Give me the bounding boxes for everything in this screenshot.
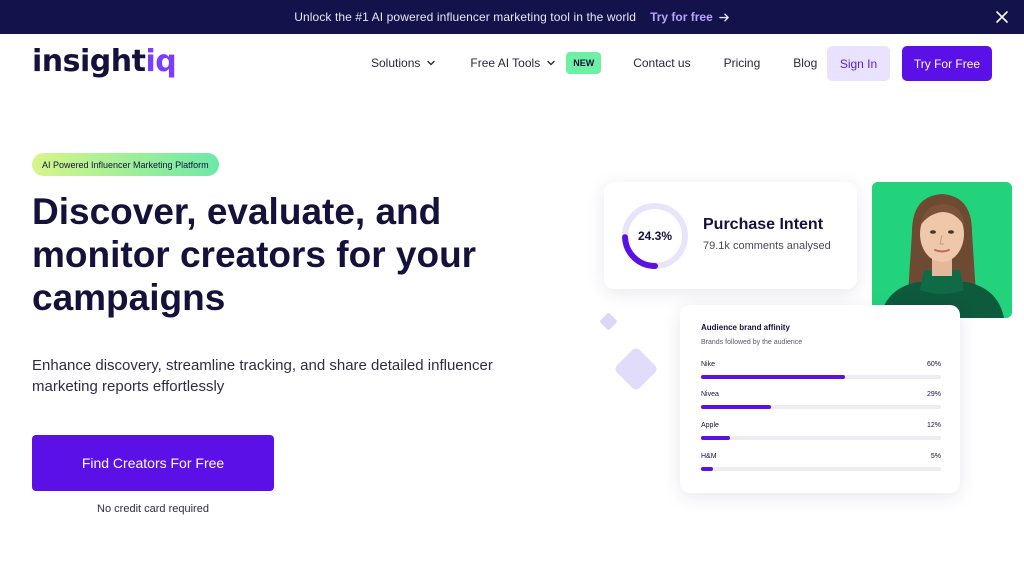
- purchase-intent-card: 24.3% Purchase Intent 79.1k comments ana…: [604, 182, 857, 289]
- affinity-row-hm: H&M 5%: [701, 453, 941, 477]
- try-for-free-button[interactable]: Try For Free: [902, 46, 992, 81]
- affinity-row-apple: Apple 12%: [701, 422, 941, 446]
- announcement-cta-label: Try for free: [650, 10, 713, 24]
- creator-portrait-illustration: [872, 182, 1012, 318]
- hero-subtitle-line-1: Enhance discovery, streamline tracking, …: [32, 357, 493, 374]
- hero-title: Discover, evaluate, and monitor creators…: [32, 190, 552, 319]
- affinity-row-nivea: Nivea 29%: [701, 391, 941, 415]
- affinity-bar-track: [701, 436, 941, 440]
- close-icon[interactable]: [994, 9, 1010, 25]
- logo-accent: iq: [145, 44, 177, 79]
- main-nav: Solutions Free AI Tools NEW Contact us P…: [371, 34, 817, 92]
- platform-pill-badge: AI Powered Influencer Marketing Platform: [32, 153, 219, 176]
- affinity-brand-value: 29%: [926, 391, 941, 398]
- logo-main: insight: [32, 44, 146, 79]
- nav-pricing[interactable]: Pricing: [724, 56, 761, 70]
- insightiq-logo[interactable]: insightiq: [32, 44, 177, 79]
- creator-photo: [872, 182, 1012, 318]
- new-badge: NEW: [566, 52, 602, 74]
- purchase-intent-value: 24.3%: [637, 229, 673, 243]
- arrow-right-icon: [718, 13, 729, 21]
- affinity-brand-name: Nike: [701, 361, 716, 368]
- no-credit-card-note: No credit card required: [97, 503, 209, 515]
- hero-title-line-1: Discover, evaluate, and: [32, 191, 442, 232]
- nav-free-ai-tools[interactable]: Free AI Tools: [470, 56, 556, 70]
- site-header: insightiq Solutions Free AI Tools NEW Co…: [0, 34, 1024, 92]
- hero-subtitle: Enhance discovery, streamline tracking, …: [32, 355, 532, 397]
- nav-blog[interactable]: Blog: [793, 56, 817, 70]
- affinity-bar-track: [701, 467, 941, 471]
- announcement-message: Unlock the #1 AI powered influencer mark…: [294, 10, 637, 24]
- affinity-brand-value: 60%: [926, 361, 941, 368]
- affinity-bar-fill: [701, 375, 845, 379]
- announcement-bar: Unlock the #1 AI powered influencer mark…: [0, 0, 1024, 34]
- nav-contact-us[interactable]: Contact us: [633, 56, 690, 70]
- nav-ai-tools-label: Free AI Tools: [470, 56, 541, 70]
- affinity-bar-fill: [701, 467, 713, 471]
- announcement-try-free-link[interactable]: Try for free: [650, 10, 730, 24]
- affinity-bar-fill: [701, 405, 771, 409]
- affinity-bar-fill: [701, 436, 730, 440]
- nav-solutions[interactable]: Solutions: [371, 56, 436, 70]
- decorative-diamond-large: [613, 346, 659, 392]
- affinity-subtitle: Brands followed by the audience: [701, 339, 803, 346]
- affinity-title: Audience brand affinity: [701, 323, 790, 332]
- audience-brand-affinity-card: Audience brand affinity Brands followed …: [680, 305, 960, 493]
- hero-title-line-3: campaigns: [32, 277, 226, 318]
- affinity-brand-name: Nivea: [701, 391, 719, 398]
- hero-title-line-2: monitor creators for your: [32, 234, 477, 275]
- nav-solutions-label: Solutions: [371, 56, 421, 70]
- chevron-down-icon: [547, 60, 555, 66]
- hero-subtitle-line-2: marketing reports effortlessly: [32, 378, 225, 395]
- chevron-down-icon: [427, 60, 436, 66]
- affinity-brand-value: 12%: [926, 422, 941, 429]
- purchase-intent-subtitle: 79.1k comments analysed: [703, 240, 831, 252]
- sign-in-button[interactable]: Sign In: [827, 46, 890, 81]
- decorative-diamond-small: [599, 312, 618, 331]
- purchase-intent-title: Purchase Intent: [703, 216, 824, 233]
- affinity-brand-value: 5%: [930, 453, 941, 460]
- affinity-row-nike: Nike 60%: [701, 361, 941, 385]
- find-creators-button[interactable]: Find Creators For Free: [32, 435, 274, 491]
- affinity-brand-name: Apple: [701, 422, 719, 429]
- affinity-brand-name: H&M: [701, 453, 717, 460]
